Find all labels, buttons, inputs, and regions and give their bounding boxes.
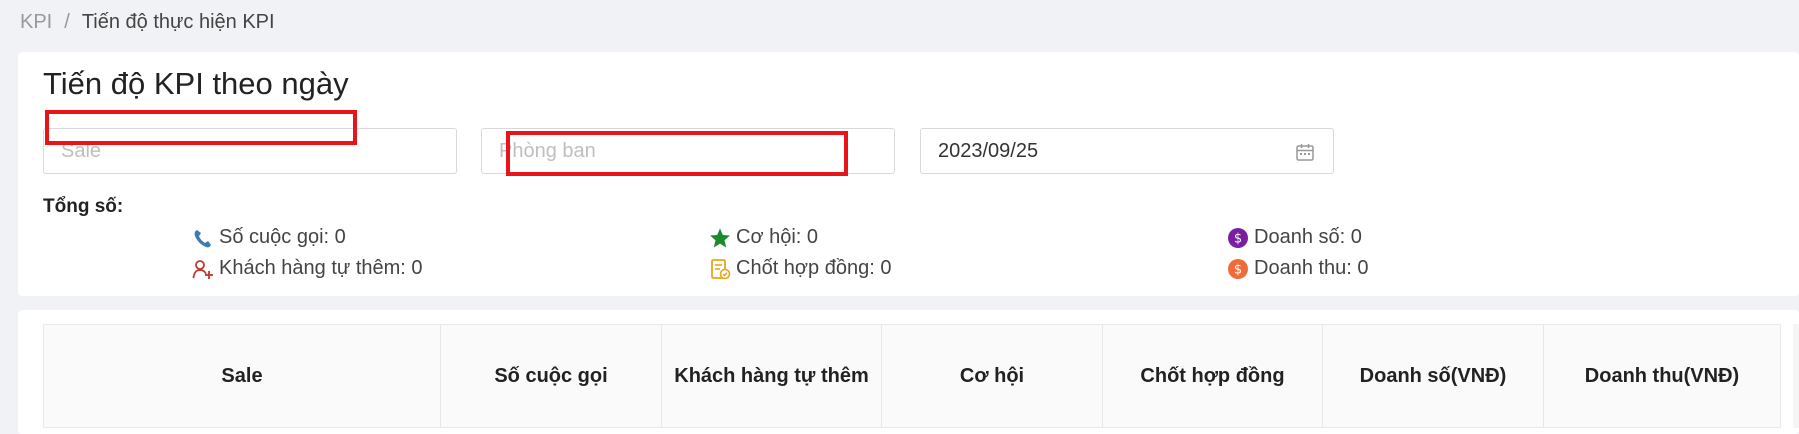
dollar-circle-icon: $	[1228, 227, 1248, 248]
breadcrumb-separator: /	[64, 11, 70, 33]
department-placeholder: Phòng ban	[499, 139, 596, 162]
column-header-self-added-customers[interactable]: Khách hàng tự thêm	[662, 325, 882, 427]
stat-opportunities-text: Cơ hội: 0	[736, 226, 819, 248]
stat-self-added-customers: Khách hàng tự thêm: 0	[192, 257, 423, 280]
column-header-sale[interactable]: Sale	[44, 325, 441, 427]
stat-revenue: $ Doanh thu: 0	[1227, 257, 1369, 280]
breadcrumb-item-kpi[interactable]: KPI	[20, 11, 52, 34]
stat-closed-contracts: Chốt hợp đồng: 0	[709, 257, 891, 280]
sale-select[interactable]: Sale	[43, 128, 457, 174]
star-icon	[710, 228, 730, 247]
user-add-icon	[192, 259, 213, 279]
column-header-opportunities[interactable]: Cơ hội	[882, 325, 1103, 427]
stat-calls-text: Số cuộc gọi: 0	[219, 226, 346, 248]
filter-card: Tiến độ KPI theo ngày Sale Phòng ban 202…	[18, 52, 1799, 296]
sale-placeholder: Sale	[61, 139, 102, 162]
svg-text:$: $	[1234, 262, 1242, 277]
breadcrumb: KPI / Tiến độ thực hiện KPI	[20, 11, 275, 34]
phone-icon	[194, 229, 211, 247]
stat-revenue-text: Doanh thu: 0	[1254, 257, 1369, 279]
svg-text:$: $	[1234, 231, 1242, 246]
summary-label: Tổng số:	[43, 196, 124, 217]
stat-sales: $ Doanh số: 0	[1227, 226, 1362, 249]
calendar-icon[interactable]	[1295, 142, 1315, 162]
column-header-revenue[interactable]: Doanh thu(VNĐ)	[1544, 325, 1780, 427]
date-value: 2023/09/25	[938, 139, 1039, 162]
table-header: Sale Số cuộc gọi Khách hàng tự thêm Cơ h…	[43, 324, 1781, 428]
department-select[interactable]: Phòng ban	[481, 128, 895, 174]
stat-self-added-customers-text: Khách hàng tự thêm: 0	[219, 257, 423, 279]
column-header-sales[interactable]: Doanh số(VNĐ)	[1323, 325, 1544, 427]
breadcrumb-current: Tiến độ thực hiện KPI	[81, 11, 275, 33]
column-header-closed-contracts[interactable]: Chốt hợp đồng	[1103, 325, 1323, 427]
date-picker[interactable]: 2023/09/25	[920, 128, 1334, 174]
stat-calls: Số cuộc gọi: 0	[192, 226, 346, 249]
table-scroll-edge	[1793, 324, 1799, 428]
stat-sales-text: Doanh số: 0	[1254, 226, 1362, 248]
contract-icon	[711, 258, 731, 279]
stat-opportunities: Cơ hội: 0	[709, 226, 818, 249]
stat-closed-contracts-text: Chốt hợp đồng: 0	[736, 257, 892, 279]
table-card: Sale Số cuộc gọi Khách hàng tự thêm Cơ h…	[18, 310, 1799, 434]
column-header-calls[interactable]: Số cuộc gọi	[441, 325, 662, 427]
page-title: Tiến độ KPI theo ngày	[43, 66, 349, 101]
dollar-circle-icon: $	[1228, 258, 1248, 279]
